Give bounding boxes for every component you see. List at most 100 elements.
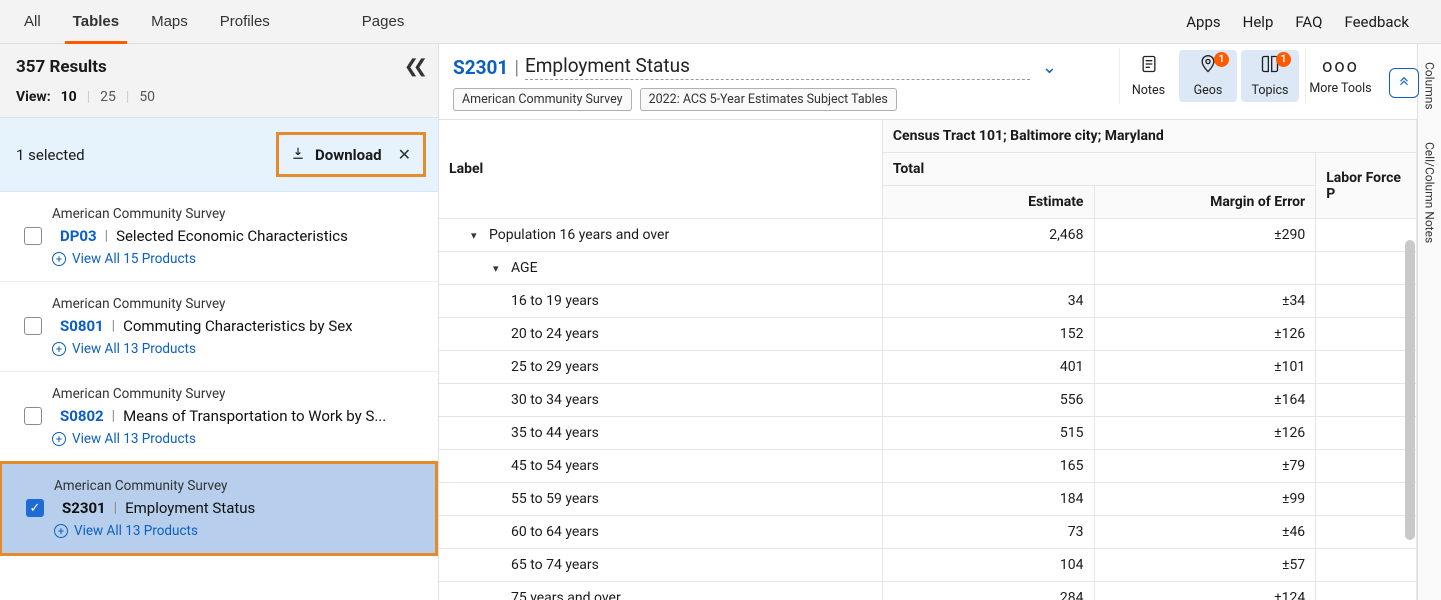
view-row: View: 10 | 25 | 50 bbox=[0, 85, 438, 117]
list-item[interactable]: American Community Survey ✓ S2301 | Empl… bbox=[0, 461, 438, 556]
plus-icon: + bbox=[54, 524, 68, 538]
view-opt-10[interactable]: 10 bbox=[61, 89, 77, 105]
cell-extra bbox=[1316, 483, 1417, 516]
row-label-cell[interactable]: 55 to 59 years bbox=[439, 483, 882, 516]
tab-all[interactable]: All bbox=[8, 0, 57, 43]
tool-geos[interactable]: Geos 1 bbox=[1179, 50, 1237, 102]
header-estimate: Estimate bbox=[882, 186, 1094, 219]
tab-maps[interactable]: Maps bbox=[135, 0, 204, 43]
table-row: 45 to 54 years165±79 bbox=[439, 450, 1417, 483]
table-panel: S2301 | Employment Status ⌄ American Com… bbox=[439, 44, 1441, 600]
link-faq[interactable]: FAQ bbox=[1295, 13, 1322, 31]
link-apps[interactable]: Apps bbox=[1186, 13, 1220, 31]
top-nav-right: Apps Help FAQ Feedback bbox=[1186, 13, 1433, 31]
row-label-cell[interactable]: ▾Population 16 years and over bbox=[439, 219, 882, 252]
row-label-cell[interactable]: 25 to 29 years bbox=[439, 351, 882, 384]
link-feedback[interactable]: Feedback bbox=[1344, 13, 1409, 31]
view-opt-25[interactable]: 25 bbox=[100, 89, 116, 105]
link-help[interactable]: Help bbox=[1243, 13, 1274, 31]
chevron-down-icon[interactable]: ⌄ bbox=[1042, 57, 1057, 78]
download-button[interactable]: Download bbox=[315, 146, 382, 164]
cell-extra bbox=[1316, 384, 1417, 417]
item-code[interactable]: S2301 bbox=[62, 499, 106, 517]
view-all-link[interactable]: + View All 13 Products bbox=[52, 341, 422, 357]
scroll-top-button[interactable] bbox=[1389, 68, 1419, 98]
cell-moe: ±101 bbox=[1094, 351, 1316, 384]
scrollbar-thumb[interactable] bbox=[1405, 240, 1415, 540]
cell-estimate: 104 bbox=[882, 549, 1094, 582]
item-code[interactable]: S0801 bbox=[60, 317, 104, 335]
chevron-down-icon[interactable]: ▾ bbox=[471, 229, 483, 242]
table-code: S2301 bbox=[453, 56, 508, 79]
row-label-cell[interactable]: 30 to 34 years bbox=[439, 384, 882, 417]
row-label-cell[interactable]: 35 to 44 years bbox=[439, 417, 882, 450]
cell-extra bbox=[1316, 351, 1417, 384]
row-label-cell[interactable]: ▾ AGE bbox=[439, 252, 882, 285]
cell-estimate: 184 bbox=[882, 483, 1094, 516]
chevron-down-icon[interactable]: ▾ bbox=[493, 262, 505, 275]
vtab-notes[interactable]: Cell/Column Notes bbox=[1421, 134, 1439, 251]
header-extra: Labor Force P bbox=[1316, 153, 1417, 219]
collapse-panel-icon[interactable]: ❮❮ bbox=[404, 56, 422, 77]
view-all-link[interactable]: + View All 13 Products bbox=[54, 523, 419, 539]
item-name[interactable]: Commuting Characteristics by Sex bbox=[123, 317, 353, 335]
tool-notes[interactable]: Notes bbox=[1119, 48, 1177, 104]
download-box: Download ✕ bbox=[276, 132, 426, 177]
item-checkbox[interactable]: ✓ bbox=[26, 499, 44, 517]
row-label: 45 to 54 years bbox=[511, 458, 599, 474]
item-name[interactable]: Selected Economic Characteristics bbox=[116, 227, 348, 245]
row-label: 65 to 74 years bbox=[511, 557, 599, 573]
row-label-cell[interactable]: 65 to 74 years bbox=[439, 549, 882, 582]
list-item[interactable]: American Community Survey S0801 | Commut… bbox=[0, 282, 438, 372]
cell-moe: ±34 bbox=[1094, 285, 1316, 318]
tag-year[interactable]: 2022: ACS 5-Year Estimates Subject Table… bbox=[640, 88, 897, 111]
row-label-cell[interactable]: 60 to 64 years bbox=[439, 516, 882, 549]
item-code[interactable]: DP03 bbox=[60, 227, 97, 245]
notes-icon bbox=[1139, 54, 1159, 79]
item-checkbox[interactable] bbox=[24, 317, 42, 335]
item-code[interactable]: S0802 bbox=[60, 407, 104, 425]
row-label-cell[interactable]: 20 to 24 years bbox=[439, 318, 882, 351]
cell-extra bbox=[1316, 318, 1417, 351]
table-row: ▾Population 16 years and over2,468±290 bbox=[439, 219, 1417, 252]
table-row: 35 to 44 years515±126 bbox=[439, 417, 1417, 450]
cell-extra bbox=[1316, 285, 1417, 318]
view-opt-50[interactable]: 50 bbox=[139, 89, 155, 105]
tool-topics[interactable]: Topics 1 bbox=[1241, 50, 1299, 102]
item-source: American Community Survey bbox=[52, 296, 422, 312]
scrollbar-track[interactable] bbox=[1405, 240, 1415, 592]
view-all-link[interactable]: + View All 15 Products bbox=[52, 251, 422, 267]
tab-profiles[interactable]: Profiles bbox=[204, 0, 286, 43]
row-label-cell[interactable]: 75 years and over bbox=[439, 582, 882, 600]
header-total: Total bbox=[882, 153, 1315, 186]
cell-estimate: 556 bbox=[882, 384, 1094, 417]
row-label-cell[interactable]: 45 to 54 years bbox=[439, 450, 882, 483]
vtab-columns[interactable]: Columns bbox=[1421, 54, 1439, 118]
view-label: View: bbox=[16, 89, 51, 105]
top-nav-left: All Tables Maps Profiles Pages bbox=[8, 0, 420, 43]
item-checkbox[interactable] bbox=[24, 227, 42, 245]
list-item[interactable]: American Community Survey DP03 | Selecte… bbox=[0, 192, 438, 282]
row-label-cell[interactable]: 16 to 19 years bbox=[439, 285, 882, 318]
tag-survey[interactable]: American Community Survey bbox=[453, 88, 632, 111]
tool-more[interactable]: ooo More Tools bbox=[1305, 48, 1375, 104]
cell-moe: ±126 bbox=[1094, 318, 1316, 351]
view-all-link[interactable]: + View All 13 Products bbox=[52, 431, 422, 447]
row-label: 55 to 59 years bbox=[511, 491, 599, 507]
header-moe: Margin of Error bbox=[1094, 186, 1316, 219]
row-label: AGE bbox=[511, 260, 538, 276]
close-selection-icon[interactable]: ✕ bbox=[398, 145, 411, 164]
item-name[interactable]: Employment Status bbox=[125, 499, 255, 517]
list-item[interactable]: American Community Survey S0802 | Means … bbox=[0, 372, 438, 462]
item-checkbox[interactable] bbox=[24, 407, 42, 425]
table-row: ▾ AGE bbox=[439, 252, 1417, 285]
cell-moe: ±46 bbox=[1094, 516, 1316, 549]
header-label: Label bbox=[439, 120, 882, 219]
cell-moe: ±164 bbox=[1094, 384, 1316, 417]
cell-moe: ±99 bbox=[1094, 483, 1316, 516]
tab-pages[interactable]: Pages bbox=[346, 0, 421, 43]
item-name[interactable]: Means of Transportation to Work by S... bbox=[123, 407, 386, 425]
tab-tables[interactable]: Tables bbox=[57, 0, 135, 43]
data-area: Label Census Tract 101; Baltimore city; … bbox=[439, 120, 1417, 600]
row-label: 30 to 34 years bbox=[511, 392, 599, 408]
